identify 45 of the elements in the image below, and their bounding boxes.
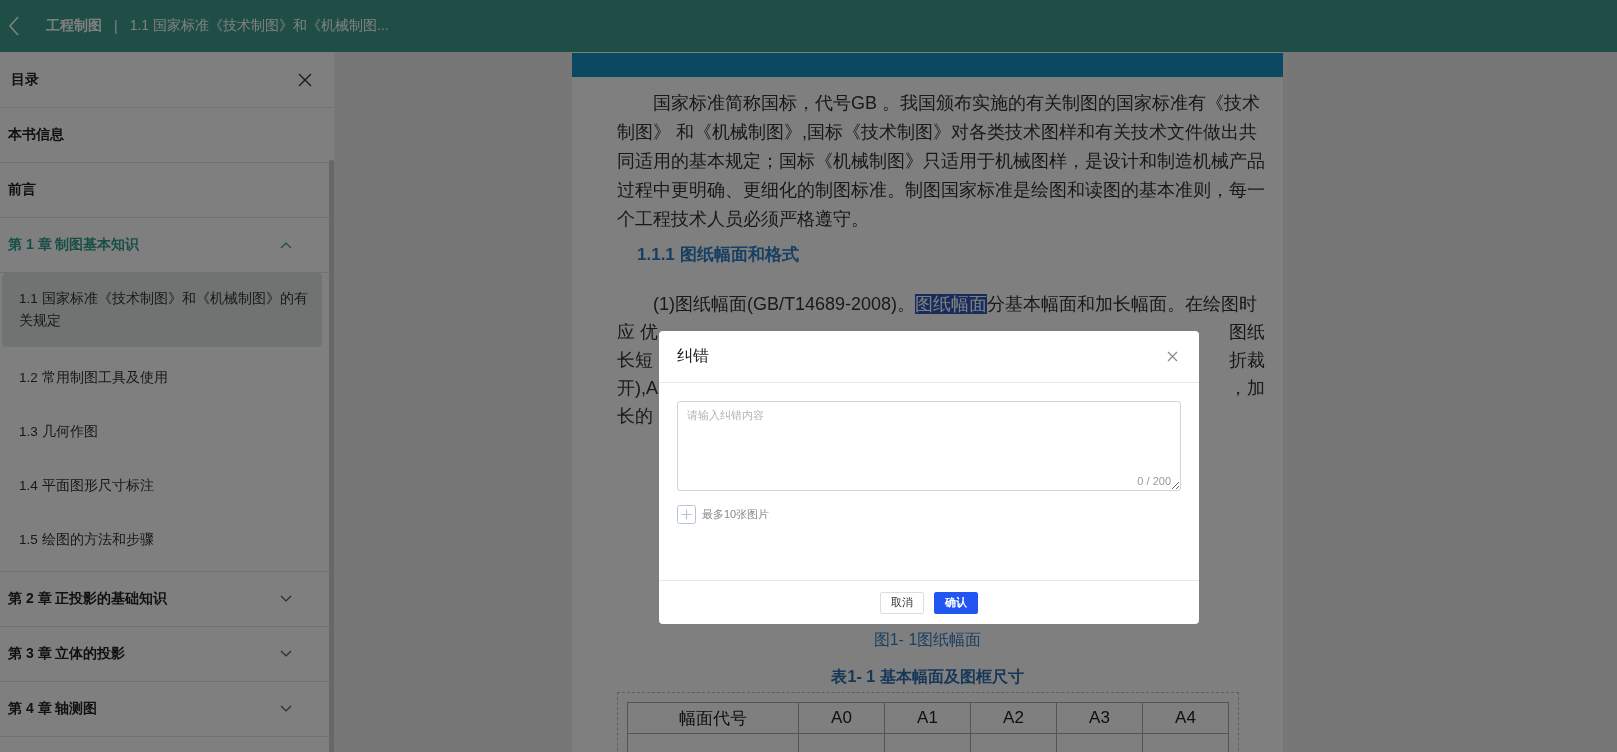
chevron-up-icon[interactable] [280, 241, 292, 249]
text-fragment: 图纸 [1229, 321, 1265, 344]
section-item[interactable]: 1.3 几何作图 [2, 405, 322, 459]
cancel-button[interactable]: 取消 [880, 591, 924, 614]
close-icon[interactable] [298, 72, 312, 87]
character-counter: 0 / 200 [1137, 475, 1171, 487]
upload-hint: 最多10张图片 [702, 507, 770, 522]
toc-item[interactable]: 本书信息 [8, 126, 64, 144]
table-header-cell: A2 [970, 702, 1057, 734]
scrollbar[interactable] [329, 160, 334, 752]
table-header-cell: A1 [884, 702, 971, 734]
table-caption: 表1- 1 基本幅面及图框尺寸 [831, 668, 1024, 685]
table-header-cell: A4 [1142, 702, 1229, 734]
figure-caption: 图1- 1图纸幅面 [873, 631, 982, 648]
paragraph: 国家标准简称国标，代号GB 。我国颁布实施的有关制图的国家标准有《技术制图》 和《机械制图》,国标《技术制图》对各类技术图样和有关技术文件做出共同适用的基本规定；国标《机械制图》只适用于机械图样，是设计和制造机械产品过程中更明确、更细化的制图标准。制图国家标准是绘图和读图的基本准则，每一个工程技术人员必须严格遵守。 [617, 92, 1265, 231]
table-header-cell: A0 [798, 702, 885, 734]
section-heading: 1.1.1 图纸幅面和格式 [637, 244, 800, 266]
close-icon[interactable] [1167, 351, 1178, 362]
section-item[interactable]: 1.1 国家标准《技术制图》和《机械制图》的有关规定 [2, 273, 322, 347]
text-fragment: 应 优 [617, 321, 658, 344]
chevron-down-icon[interactable] [280, 595, 292, 603]
chapter-item[interactable]: 第 3 章 立体的投影 [8, 645, 126, 663]
section-item[interactable]: 1.4 平面图形尺寸标注 [2, 459, 322, 513]
back-icon[interactable] [8, 15, 20, 37]
chapter-item[interactable]: 第 2 章 正投影的基础知识 [8, 590, 168, 608]
dialog-title: 纠错 [677, 346, 709, 366]
sidebar-title: 目录 [11, 70, 39, 89]
book-title: 工程制图 [46, 17, 102, 35]
chevron-down-icon[interactable] [280, 705, 292, 713]
section-item[interactable]: 1.2 常用制图工具及使用 [2, 351, 322, 405]
section-item[interactable]: 1.5 绘图的方法和步骤 [2, 513, 322, 567]
correction-input[interactable]: 请输入纠错内容 0 / 200 [677, 401, 1181, 491]
chevron-down-icon[interactable] [280, 650, 292, 658]
text-fragment: 长短 [617, 349, 653, 372]
text-fragment: 开),A [617, 377, 658, 400]
table-header-cell: A3 [1056, 702, 1143, 734]
toc-item[interactable]: 前言 [8, 181, 36, 199]
table-header-cell: 幅面代号 [627, 702, 799, 734]
text-fragment: 折裁 [1229, 349, 1265, 372]
chapter-title: 1.1 国家标准《技术制图》和《机械制图... [129, 17, 389, 35]
confirm-button[interactable]: 确认 [934, 591, 978, 614]
chapter-item[interactable]: 第 4 章 轴测图 [8, 700, 98, 718]
text-fragment: 长的 [617, 405, 653, 428]
separator: | [114, 18, 118, 34]
text-fragment: ，加 [1229, 377, 1265, 400]
